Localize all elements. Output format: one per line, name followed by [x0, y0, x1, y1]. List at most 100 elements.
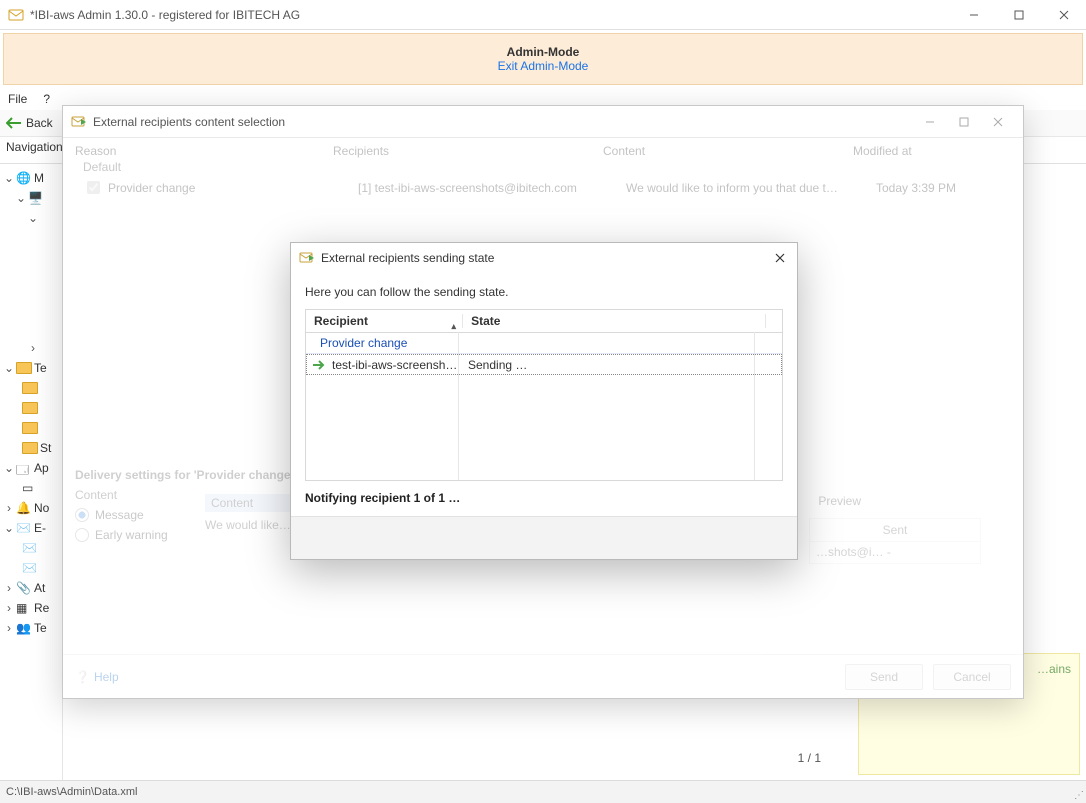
content-list-header: Reason Recipients Content Modified at [63, 138, 1023, 160]
tree-item[interactable]: At [34, 581, 45, 595]
chevron-down-icon[interactable]: ⌄ [4, 461, 14, 475]
folder-icon [22, 382, 38, 394]
dialog-minimize-button[interactable] [913, 107, 947, 136]
dialog-title: External recipients content selection [87, 115, 913, 129]
mail-icon: ✉️ [22, 561, 38, 575]
resize-grip-icon[interactable]: ⋰ [1074, 790, 1084, 801]
dialog-maximize-button[interactable] [947, 107, 981, 136]
send-button[interactable]: Send [845, 664, 923, 690]
grid-row[interactable]: test-ibi-aws-screensh… Sending … [306, 354, 782, 375]
folder-icon [22, 422, 38, 434]
col-recipient[interactable]: Recipient ▴ [306, 314, 463, 328]
sending-state-dialog: External recipients sending state Here y… [290, 242, 798, 560]
row-checkbox[interactable] [87, 181, 100, 194]
tree-item[interactable]: St [40, 441, 51, 455]
folder-icon [22, 402, 38, 414]
tree-item[interactable]: No [34, 501, 49, 515]
tree-item[interactable]: E- [34, 521, 46, 535]
status-path: C:\IBI-aws\Admin\Data.xml [6, 786, 137, 798]
row-recipients: [1] test-ibi-aws-screenshots@ibitech.com [358, 181, 626, 195]
sent-table: Sent …shots@i… - [809, 518, 981, 564]
sending-state-grid[interactable]: Recipient ▴ State Provider change test-i… [305, 309, 783, 481]
sort-asc-icon: ▴ [452, 321, 457, 332]
tree-item[interactable]: Te [34, 621, 47, 635]
chevron-down-icon[interactable]: ⌄ [16, 191, 26, 205]
page-indicator: 1 / 1 [751, 751, 821, 765]
back-button[interactable]: Back [6, 116, 53, 130]
mail-icon: ✉️ [22, 541, 38, 555]
hint-text: …ains [1037, 662, 1071, 676]
apps-icon: 🗔 [16, 461, 32, 475]
bell-icon: 🔔 [16, 501, 32, 515]
row-recipient: test-ibi-aws-screensh… [332, 358, 460, 372]
mail-send-icon [299, 250, 315, 266]
back-arrow-icon [6, 117, 22, 129]
col-content[interactable]: Content [603, 144, 853, 158]
row-modified: Today 3:39 PM [876, 181, 956, 195]
sent-row: …shots@i… - [810, 542, 980, 562]
row-reason: Provider change [108, 181, 358, 195]
chevron-down-icon[interactable]: ⌄ [4, 521, 14, 535]
dialog-footer [291, 516, 797, 559]
monitor-icon: 🖥️ [28, 191, 44, 205]
row-content: We would like to inform you that due t… [626, 181, 876, 195]
window-minimize-button[interactable] [951, 0, 996, 29]
grid-header: Recipient ▴ State [306, 310, 782, 333]
sent-header: Sent [810, 519, 980, 542]
chevron-right-icon[interactable]: › [4, 621, 14, 635]
content-row[interactable]: Provider change [1] test-ibi-aws-screens… [63, 176, 1023, 199]
col-reason[interactable]: Reason [75, 144, 333, 158]
status-bar: C:\IBI-aws\Admin\Data.xml ⋰ [0, 780, 1086, 803]
window-maximize-button[interactable] [996, 0, 1041, 29]
teams-icon: 👥 [16, 621, 32, 635]
notify-status: Notifying recipient 1 of 1 … [291, 481, 797, 505]
tree-item[interactable]: Ap [34, 461, 49, 475]
menu-file[interactable]: File [8, 92, 27, 106]
window-title: *IBI-aws Admin 1.30.0 - registered for I… [30, 8, 951, 22]
exit-admin-mode-link[interactable]: Exit Admin-Mode [498, 59, 589, 73]
col-state[interactable]: State [463, 314, 766, 328]
row-state: Sending … [460, 358, 527, 372]
navigation-tree[interactable]: ⌄🌐M ⌄🖥️ ⌄ › ⌄Te St ⌄🗔Ap ▭ ›🔔No ⌄✉️E- ✉️ … [0, 164, 63, 793]
chevron-right-icon[interactable]: › [4, 581, 14, 595]
follow-text: Here you can follow the sending state. [305, 285, 783, 299]
dialog-footer: ❔ Help Send Cancel [63, 654, 1023, 699]
window-icon: ▭ [22, 481, 38, 495]
dialog-close-button[interactable] [981, 107, 1015, 136]
app-icon [8, 7, 24, 23]
grid-group[interactable]: Provider change [306, 333, 782, 354]
window-close-button[interactable] [1041, 0, 1086, 29]
main-window-titlebar: *IBI-aws Admin 1.30.0 - registered for I… [0, 0, 1086, 30]
chevron-right-icon[interactable]: › [4, 501, 14, 515]
chevron-right-icon[interactable]: › [28, 341, 38, 355]
dialog-close-button[interactable] [771, 249, 789, 267]
back-label: Back [26, 116, 53, 130]
folder-icon [16, 362, 32, 374]
attach-icon: 📎 [16, 581, 32, 595]
help-link[interactable]: ❔ Help [75, 670, 119, 684]
chevron-down-icon[interactable]: ⌄ [4, 361, 14, 375]
admin-mode-banner: Admin-Mode Exit Admin-Mode [3, 33, 1083, 85]
sending-arrow-icon [312, 359, 328, 371]
chevron-down-icon[interactable]: ⌄ [4, 171, 14, 185]
col-modified[interactable]: Modified at [853, 144, 912, 158]
preview-label: Preview [818, 494, 861, 508]
mail-send-icon [71, 114, 87, 130]
tree-item[interactable]: Te [34, 361, 47, 375]
help-icon: ❔ [75, 670, 90, 684]
globe-icon: 🌐 [16, 171, 32, 185]
col-recipients[interactable]: Recipients [333, 144, 603, 158]
folder-icon [22, 442, 38, 454]
dialog-title: External recipients sending state [315, 251, 771, 265]
menu-help[interactable]: ? [43, 92, 50, 106]
content-tag: Content [205, 494, 297, 512]
tree-item[interactable]: Re [34, 601, 49, 615]
chevron-down-icon[interactable]: ⌄ [28, 211, 38, 225]
group-default[interactable]: Default [63, 160, 1023, 176]
cancel-button[interactable]: Cancel [933, 664, 1011, 690]
grid-icon: ▦ [16, 601, 32, 615]
tree-item[interactable]: M [34, 171, 44, 185]
chevron-right-icon[interactable]: › [4, 601, 14, 615]
mail-icon: ✉️ [16, 521, 32, 535]
admin-mode-title: Admin-Mode [507, 45, 580, 59]
